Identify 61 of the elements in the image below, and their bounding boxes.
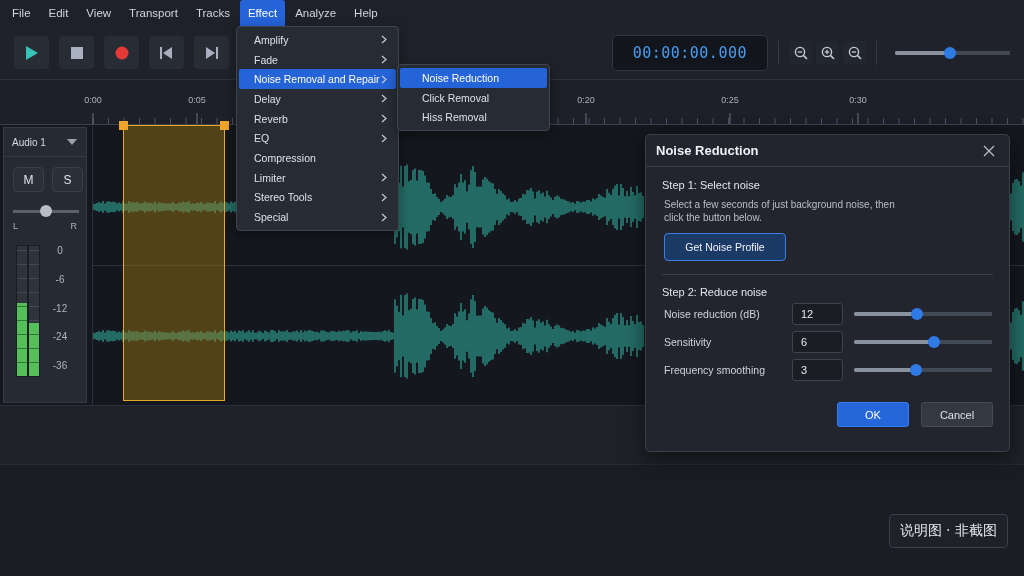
pan-left-label: L: [13, 221, 18, 231]
menu-item[interactable]: EQ: [239, 128, 396, 149]
menu-item-label: Noise Removal and Repair: [254, 73, 380, 86]
meter-scale-label: -36: [52, 360, 68, 371]
cancel-button[interactable]: Cancel: [921, 402, 993, 427]
menu-item-label: Amplify: [254, 33, 289, 46]
menu-item[interactable]: Noise Reduction: [400, 68, 547, 88]
dialog-title: Noise Reduction: [656, 143, 759, 158]
menu-item[interactable]: Reverb: [239, 108, 396, 129]
value-field[interactable]: 3: [792, 359, 843, 381]
menu-item[interactable]: Amplify: [239, 30, 396, 50]
parameter-label: Sensitivity: [663, 336, 713, 348]
menu-item-label: Fade: [254, 53, 278, 66]
menu-item[interactable]: Compression: [239, 148, 396, 168]
menu-item-label: Reverb: [254, 112, 288, 125]
menu-item[interactable]: Delay: [239, 89, 396, 109]
time-label: 0:05: [187, 95, 207, 105]
parameter-label: Noise reduction (dB): [663, 308, 761, 320]
ok-button[interactable]: OK: [837, 402, 909, 427]
value-field[interactable]: 12: [792, 303, 843, 325]
solo-button[interactable]: S: [52, 167, 83, 192]
menu-item-label: Special: [254, 211, 289, 224]
menu-item[interactable]: Limiter: [239, 167, 396, 188]
menu-bar-item[interactable]: Help: [346, 0, 386, 26]
menu-bar-item[interactable]: Edit: [40, 0, 77, 26]
get-noise-profile-button[interactable]: Get Noise Profile: [664, 233, 786, 261]
meter-scale-label: 0: [57, 245, 63, 256]
note-badge: 说明图 · 非截图: [888, 514, 1008, 548]
menu-item[interactable]: Fade: [239, 49, 396, 70]
meter-scale-label: -24: [52, 331, 68, 343]
menu-bar-item[interactable]: View: [78, 0, 120, 26]
time-label: 0:20: [576, 95, 596, 105]
track-name: Audio 1: [12, 136, 46, 148]
meter-scale-label: -12: [52, 302, 68, 314]
menu-bar-item[interactable]: Transport: [121, 0, 186, 26]
menu-item-label: Compression: [254, 151, 316, 164]
menu-item-label: Limiter: [254, 171, 286, 184]
menu-item[interactable]: Click Removal: [400, 87, 547, 108]
menu-bar-item[interactable]: Analyze: [287, 0, 345, 26]
step-heading: Step 2: Reduce noise: [662, 286, 769, 298]
menu-bar-item[interactable]: Effect: [239, 0, 286, 26]
menu-bar-item[interactable]: File: [4, 0, 39, 26]
time-label: 0:30: [848, 95, 868, 105]
value-field[interactable]: 6: [792, 331, 843, 353]
meter-scale-label: -6: [55, 273, 65, 285]
step-heading: Step 1: Select noise: [662, 179, 761, 191]
menu-item-label: EQ: [254, 132, 270, 145]
time-label: 0:25: [720, 95, 740, 105]
menu-item[interactable]: Hiss Removal: [400, 107, 547, 128]
time-display: 00:00:00.000: [611, 34, 768, 71]
menu-item-label: Stereo Tools: [254, 191, 313, 204]
pan-right-label: R: [70, 221, 77, 231]
time-label: 0:00: [83, 95, 103, 105]
mute-button[interactable]: M: [13, 167, 44, 192]
instruction-text: Select a few seconds of just background noise, then click the button below.: [664, 198, 896, 224]
parameter-label: Frequency smoothing: [663, 364, 766, 376]
menu-item-label: Delay: [254, 92, 281, 105]
menu-bar-item[interactable]: Tracks: [187, 0, 238, 26]
menu-item[interactable]: Noise Removal and Repair: [239, 69, 396, 90]
menu-item[interactable]: Stereo Tools: [239, 187, 396, 208]
menu-item[interactable]: Special: [239, 207, 396, 227]
